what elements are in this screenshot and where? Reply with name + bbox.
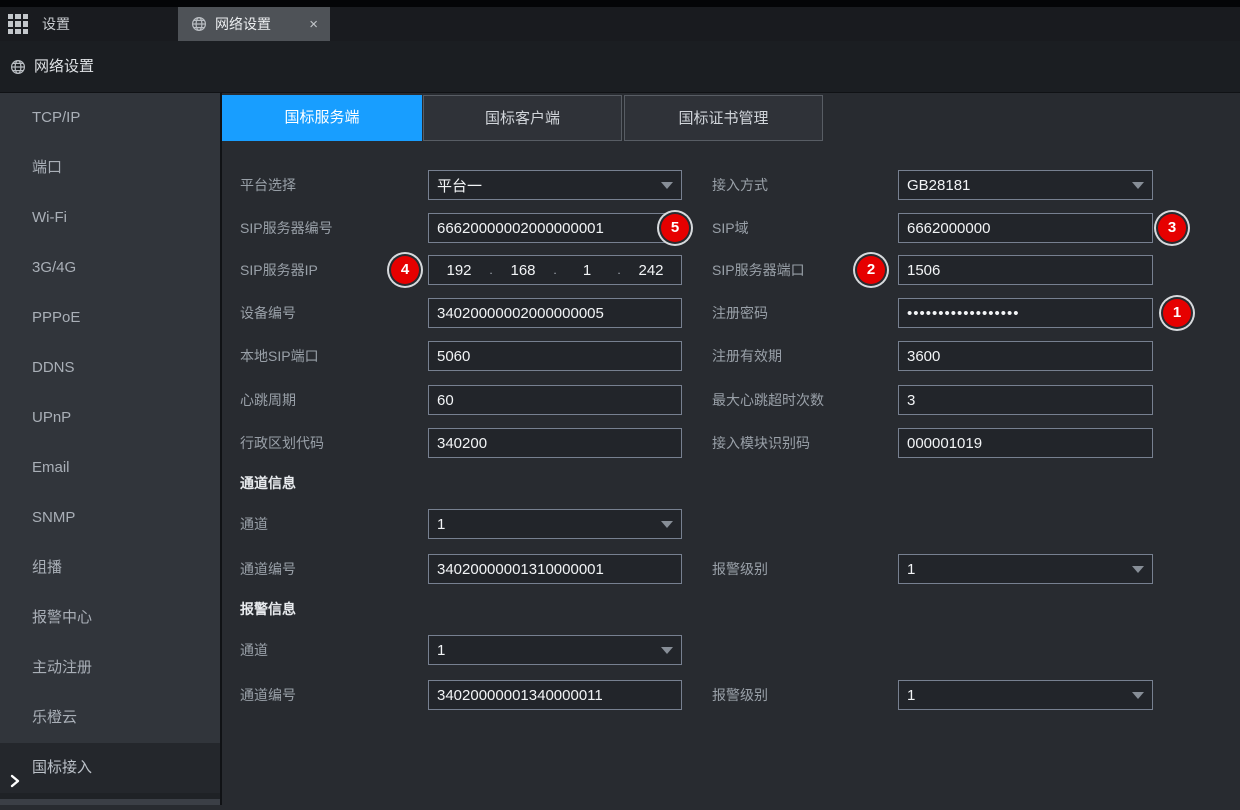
settings-menu-label[interactable]: 设置 (42, 7, 70, 41)
chevron-down-icon (661, 182, 673, 189)
sidebar-item-pppoe[interactable]: PPPoE (0, 293, 220, 343)
annotation-badge-3: 3 (1158, 214, 1186, 242)
heartbeat-period-input[interactable] (428, 385, 682, 415)
access-module-id-input[interactable] (898, 428, 1153, 458)
sidebar-item-ddns[interactable]: DDNS (0, 343, 220, 393)
sidebar-item-lechange[interactable]: 乐橙云 (0, 693, 220, 743)
sip-server-port-input[interactable] (898, 255, 1153, 285)
tab-gb-server[interactable]: 国标服务端 (222, 95, 422, 141)
device-id-label: 设备编号 (240, 298, 296, 328)
sidebar-item-multicast[interactable]: 组播 (0, 543, 220, 593)
sip-server-ip-label: SIP服务器IP (240, 255, 318, 285)
channel-info-heading: 通道信息 (240, 473, 296, 493)
window-tab-title: 网络设置 (215, 14, 271, 34)
register-password-input[interactable] (898, 298, 1153, 328)
sidebar-item-tcpip[interactable]: TCP/IP (0, 93, 220, 143)
chevron-down-icon (661, 647, 673, 654)
platform-label: 平台选择 (240, 170, 296, 200)
register-validity-label: 注册有效期 (712, 341, 782, 371)
sip-domain-input[interactable] (898, 213, 1153, 243)
access-mode-select[interactable]: GB28181 (898, 170, 1153, 200)
sip-domain-label: SIP域 (712, 213, 749, 243)
sip-server-ip-input[interactable]: 192 . 168 . 1 . 242 (428, 255, 682, 285)
annotation-badge-4: 4 (391, 256, 419, 284)
sip-server-id-label: SIP服务器编号 (240, 213, 333, 243)
device-id-input[interactable] (428, 298, 682, 328)
alarm-channel-id-label: 通道编号 (240, 680, 296, 710)
sidebar-item-auto-register[interactable]: 主动注册 (0, 643, 220, 693)
max-heartbeat-timeouts-input[interactable] (898, 385, 1153, 415)
annotation-badge-5: 5 (661, 214, 689, 242)
sidebar-item-gb28181[interactable]: 国标接入 (0, 743, 220, 793)
heartbeat-period-label: 心跳周期 (240, 385, 296, 415)
alarm-info-heading: 报警信息 (240, 599, 296, 619)
chevron-down-icon (661, 521, 673, 528)
sidebar-item-upnp[interactable]: UPnP (0, 393, 220, 443)
sidebar-item-snmp[interactable]: SNMP (0, 493, 220, 543)
alarm-alarm-level-label: 报警级别 (712, 680, 768, 710)
sidebar-next-item-partial (0, 799, 220, 805)
chevron-down-icon (1132, 182, 1144, 189)
window-top-strip (0, 0, 1240, 7)
page-title: 网络设置 (34, 41, 94, 93)
sip-server-port-label: SIP服务器端口 (712, 255, 805, 285)
alarm-level-label: 报警级别 (712, 554, 768, 584)
sidebar-item-email[interactable]: Email (0, 443, 220, 493)
access-mode-label: 接入方式 (712, 170, 768, 200)
channel-id-label: 通道编号 (240, 554, 296, 584)
access-module-id-label: 接入模块识别码 (712, 428, 810, 458)
channel-label: 通道 (240, 509, 268, 539)
sidebar-item-wifi[interactable]: Wi-Fi (0, 193, 220, 243)
close-icon[interactable]: × (309, 16, 318, 33)
chevron-down-icon (1132, 692, 1144, 699)
sidebar-item-3g4g[interactable]: 3G/4G (0, 243, 220, 293)
chevron-down-icon (1132, 566, 1144, 573)
admin-region-code-input[interactable] (428, 428, 682, 458)
globe-icon (191, 16, 207, 32)
platform-select[interactable]: 平台一 (428, 170, 682, 200)
globe-icon (10, 59, 26, 75)
tab-gb-client[interactable]: 国标客户端 (423, 95, 622, 141)
alarm-channel-label: 通道 (240, 635, 268, 665)
window-tab-network-settings[interactable]: 网络设置 × (178, 7, 330, 41)
alarm-channel-select[interactable]: 1 (428, 635, 682, 665)
channel-id-input[interactable] (428, 554, 682, 584)
tab-gb-cert-mgmt[interactable]: 国标证书管理 (624, 95, 823, 141)
admin-region-code-label: 行政区划代码 (240, 428, 324, 458)
alarm-channel-id-input[interactable] (428, 680, 682, 710)
page-header: 网络设置 (0, 41, 1240, 93)
local-sip-port-label: 本地SIP端口 (240, 341, 319, 371)
register-password-label: 注册密码 (712, 298, 768, 328)
alarm-level-select[interactable]: 1 (898, 554, 1153, 584)
channel-select[interactable]: 1 (428, 509, 682, 539)
gb28181-panel: 国标服务端 国标客户端 国标证书管理 平台选择 平台一 接入方式 GB28181… (222, 93, 1240, 805)
alarm-alarm-level-select[interactable]: 1 (898, 680, 1153, 710)
sidebar-item-port[interactable]: 端口 (0, 143, 220, 193)
local-sip-port-input[interactable] (428, 341, 682, 371)
chevron-right-icon (7, 760, 23, 776)
sidebar-item-alarm-center[interactable]: 报警中心 (0, 593, 220, 643)
annotation-badge-1: 1 (1163, 299, 1191, 327)
annotation-badge-2: 2 (857, 256, 885, 284)
app-grid-icon[interactable] (8, 14, 28, 34)
max-heartbeat-timeouts-label: 最大心跳超时次数 (712, 385, 824, 415)
sidebar: TCP/IP 端口 Wi-Fi 3G/4G PPPoE DDNS UPnP Em… (0, 93, 220, 805)
sip-server-id-input[interactable] (428, 213, 682, 243)
register-validity-input[interactable] (898, 341, 1153, 371)
top-bar: 设置 网络设置 × (0, 7, 1240, 41)
